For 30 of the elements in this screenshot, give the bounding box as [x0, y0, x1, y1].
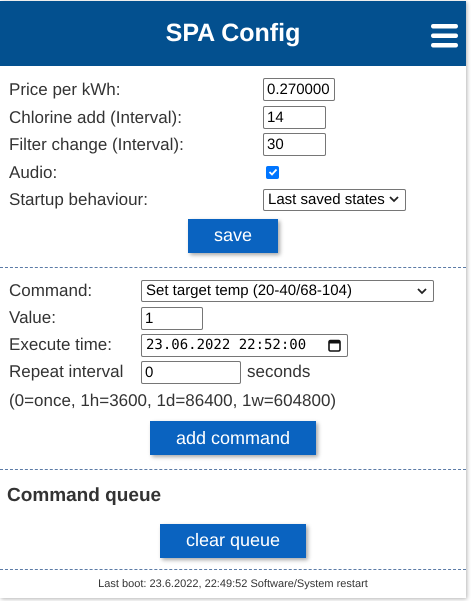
section-heading: Command queue: [7, 484, 162, 508]
select-dropdown[interactable]: Set target temp (20-40/68-104): [141, 280, 434, 302]
unit-label: seconds: [247, 361, 310, 384]
field-label: Repeat interval: [9, 361, 124, 384]
save-button[interactable]: save: [188, 218, 278, 252]
setting-label: Startup behaviour:: [9, 189, 149, 211]
select-dropdown[interactable]: Last saved states: [263, 188, 406, 211]
interval-hint: (0=once, 1h=3600, 1d=86400, 1w=604800): [9, 390, 338, 412]
text-field[interactable]: 0: [141, 360, 241, 384]
field-label: Command:: [9, 280, 94, 302]
text-field[interactable]: 14: [263, 106, 326, 129]
setting-label: Chlorine add (Interval):: [9, 106, 183, 128]
text-field[interactable]: 0.270000: [263, 78, 335, 102]
clear-queue-button[interactable]: clear queue: [160, 524, 306, 558]
chevron-down-icon: [388, 196, 399, 204]
menu-icon[interactable]: [431, 24, 458, 48]
page-title: SPA Config: [166, 18, 300, 49]
audio-checkbox[interactable]: [266, 166, 279, 179]
setting-label: Filter change (Interval):: [9, 134, 185, 156]
calendar-icon: [328, 338, 341, 352]
add-command-button[interactable]: add command: [150, 421, 316, 455]
field-label: Execute time:: [9, 334, 113, 356]
setting-label: Price per kWh:: [9, 79, 122, 101]
text-field[interactable]: 30: [263, 133, 326, 156]
chevron-down-icon: [417, 288, 427, 294]
footer-text: Last boot: 23.6.2022, 22:49:52 Software/System restart: [98, 576, 368, 592]
field-label: Value:: [9, 307, 57, 330]
setting-label: Audio:: [9, 162, 58, 184]
datetime-field[interactable]: 23.06.2022 22:52:00: [141, 334, 348, 356]
text-field[interactable]: 1: [141, 306, 203, 330]
